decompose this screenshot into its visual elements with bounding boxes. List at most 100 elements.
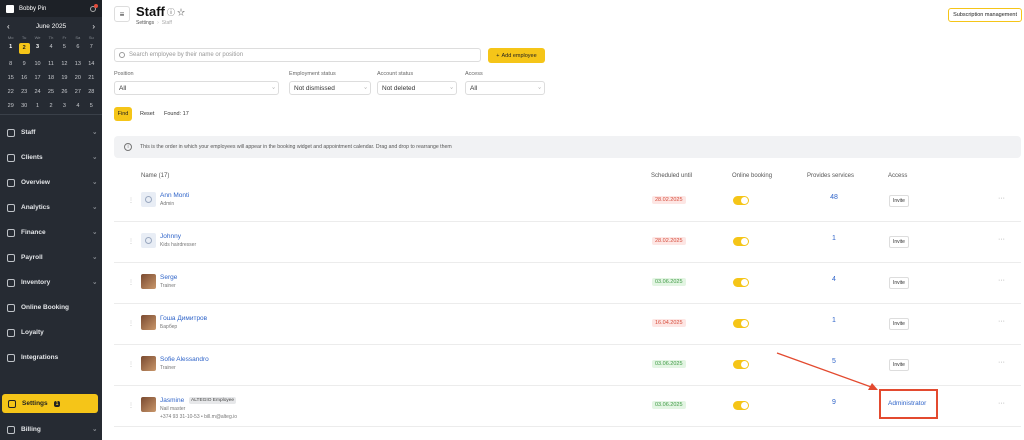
online-booking-toggle[interactable] xyxy=(733,196,749,205)
info-star-icons[interactable]: ⓘ☆ xyxy=(167,7,187,18)
calendar-day[interactable]: 16 xyxy=(19,74,30,82)
calendar-day[interactable]: 20 xyxy=(72,74,83,82)
drag-handle-icon[interactable]: ⋮ xyxy=(128,279,134,286)
calendar-day[interactable]: 28 xyxy=(86,88,97,96)
calendar-day[interactable]: 11 xyxy=(45,60,56,68)
nav-item-inventory[interactable]: Inventory › xyxy=(0,270,102,295)
calendar-day[interactable]: 4 xyxy=(45,43,56,51)
filter-select-1[interactable]: Not dismissed › xyxy=(289,81,371,95)
nav-item-label: Clients xyxy=(21,154,43,161)
col-header-name[interactable]: Name (17) xyxy=(141,173,169,179)
filter-select-0[interactable]: All › xyxy=(114,81,279,95)
calendar-day[interactable]: 30 xyxy=(19,102,30,110)
calendar-prev-icon[interactable]: ‹ xyxy=(7,22,10,31)
employee-name-link[interactable]: Sofie Alessandro xyxy=(160,356,209,363)
calendar-day[interactable]: 6 xyxy=(72,43,83,51)
nav-item-online-booking[interactable]: Online Booking xyxy=(0,295,102,320)
invite-button[interactable]: Invite xyxy=(889,236,909,248)
calendar-day[interactable]: 15 xyxy=(5,74,16,82)
user-header[interactable]: Bobby Pin xyxy=(0,0,102,17)
more-options-icon[interactable]: ··· xyxy=(998,359,1005,366)
calendar-day[interactable]: 25 xyxy=(45,88,56,96)
online-booking-toggle[interactable] xyxy=(733,319,749,328)
nav-item-finance[interactable]: Finance › xyxy=(0,220,102,245)
invite-button[interactable]: Invite xyxy=(889,359,909,371)
calendar-day[interactable]: 3 xyxy=(59,102,70,110)
calendar-day[interactable]: 23 xyxy=(19,88,30,96)
calendar-day[interactable]: 29 xyxy=(5,102,16,110)
drag-handle-icon[interactable]: ⋮ xyxy=(128,361,134,368)
nav-item-analytics[interactable]: Analytics › xyxy=(0,195,102,220)
reset-button[interactable]: Reset xyxy=(140,111,154,117)
nav-item-payroll[interactable]: Payroll › xyxy=(0,245,102,270)
services-count-link[interactable]: 48 xyxy=(829,194,839,201)
employee-name-link[interactable]: Гоша Димитров xyxy=(160,315,207,322)
calendar-day[interactable]: 5 xyxy=(86,102,97,110)
calendar-day[interactable]: 19 xyxy=(59,74,70,82)
online-booking-toggle[interactable] xyxy=(733,401,749,410)
calendar-day[interactable]: 17 xyxy=(32,74,43,82)
calendar-day[interactable]: 27 xyxy=(72,88,83,96)
menu-toggle-button[interactable]: ≡ xyxy=(114,6,130,22)
calendar-day[interactable]: 18 xyxy=(45,74,56,82)
drag-handle-icon[interactable]: ⋮ xyxy=(128,238,134,245)
more-options-icon[interactable]: ··· xyxy=(998,236,1005,243)
employee-name-link[interactable]: Serge xyxy=(160,274,177,281)
invite-button[interactable]: Invite xyxy=(889,318,909,330)
find-button[interactable]: Find xyxy=(114,107,132,121)
services-count-link[interactable]: 9 xyxy=(829,399,839,406)
filter-select-2[interactable]: Not deleted › xyxy=(377,81,457,95)
nav-item-staff[interactable]: Staff › xyxy=(0,120,102,145)
calendar-day[interactable]: 14 xyxy=(86,60,97,68)
calendar-day[interactable]: 9 xyxy=(19,60,30,68)
employee-name-link[interactable]: Jasmine xyxy=(160,397,184,404)
subscription-management-button[interactable]: Subscription management xyxy=(948,8,1022,22)
more-options-icon[interactable]: ··· xyxy=(998,277,1005,284)
nav-item-settings[interactable]: Settings 1 xyxy=(2,394,98,413)
add-employee-button[interactable]: + Add employee xyxy=(488,48,545,63)
calendar-day[interactable]: 10 xyxy=(32,60,43,68)
more-options-icon[interactable]: ··· xyxy=(998,195,1005,202)
notification-bell-icon[interactable] xyxy=(90,3,98,12)
drag-handle-icon[interactable]: ⋮ xyxy=(128,320,134,327)
calendar-day[interactable]: 3 xyxy=(32,43,43,51)
more-options-icon[interactable]: ··· xyxy=(998,318,1005,325)
nav-item-loyalty[interactable]: Loyalty xyxy=(0,320,102,345)
nav-item-integrations[interactable]: Integrations xyxy=(0,345,102,370)
calendar-day[interactable]: 8 xyxy=(5,60,16,68)
calendar-day[interactable]: 13 xyxy=(72,60,83,68)
calendar-day[interactable]: 2 xyxy=(45,102,56,110)
online-booking-toggle[interactable] xyxy=(733,278,749,287)
calendar-day[interactable]: 21 xyxy=(86,74,97,82)
online-booking-toggle[interactable] xyxy=(733,237,749,246)
drag-handle-icon[interactable]: ⋮ xyxy=(128,197,134,204)
calendar-day[interactable]: 12 xyxy=(59,60,70,68)
employee-name-link[interactable]: Johnny xyxy=(160,233,181,240)
calendar-day[interactable]: 4 xyxy=(72,102,83,110)
breadcrumb-parent[interactable]: Settings xyxy=(136,20,154,26)
nav-item-overview[interactable]: Overview › xyxy=(0,170,102,195)
calendar-day[interactable]: 24 xyxy=(32,88,43,96)
calendar-day[interactable]: 1 xyxy=(5,43,16,51)
calendar-day[interactable]: 22 xyxy=(5,88,16,96)
more-options-icon[interactable]: ··· xyxy=(998,400,1005,407)
calendar-day[interactable]: 5 xyxy=(59,43,70,51)
employee-name-link[interactable]: Ann Monti xyxy=(160,192,189,199)
services-count-link[interactable]: 1 xyxy=(829,317,839,324)
calendar-weekday: Fr xyxy=(62,35,67,40)
invite-button[interactable]: Invite xyxy=(889,195,909,207)
filter-select-3[interactable]: All › xyxy=(465,81,545,95)
invite-button[interactable]: Invite xyxy=(889,277,909,289)
search-input[interactable]: Search employee by their name or positio… xyxy=(114,48,481,62)
calendar-next-icon[interactable]: › xyxy=(92,22,95,31)
calendar-day[interactable]: 2 xyxy=(18,43,30,54)
services-count-link[interactable]: 1 xyxy=(829,235,839,242)
online-booking-toggle[interactable] xyxy=(733,360,749,369)
calendar-day[interactable]: 26 xyxy=(59,88,70,96)
drag-handle-icon[interactable]: ⋮ xyxy=(128,402,134,409)
calendar-day[interactable]: 7 xyxy=(86,43,97,51)
calendar-day[interactable]: 1 xyxy=(32,102,43,110)
services-count-link[interactable]: 4 xyxy=(829,276,839,283)
nav-item-billing[interactable]: Billing › xyxy=(0,417,102,440)
nav-item-clients[interactable]: Clients › xyxy=(0,145,102,170)
